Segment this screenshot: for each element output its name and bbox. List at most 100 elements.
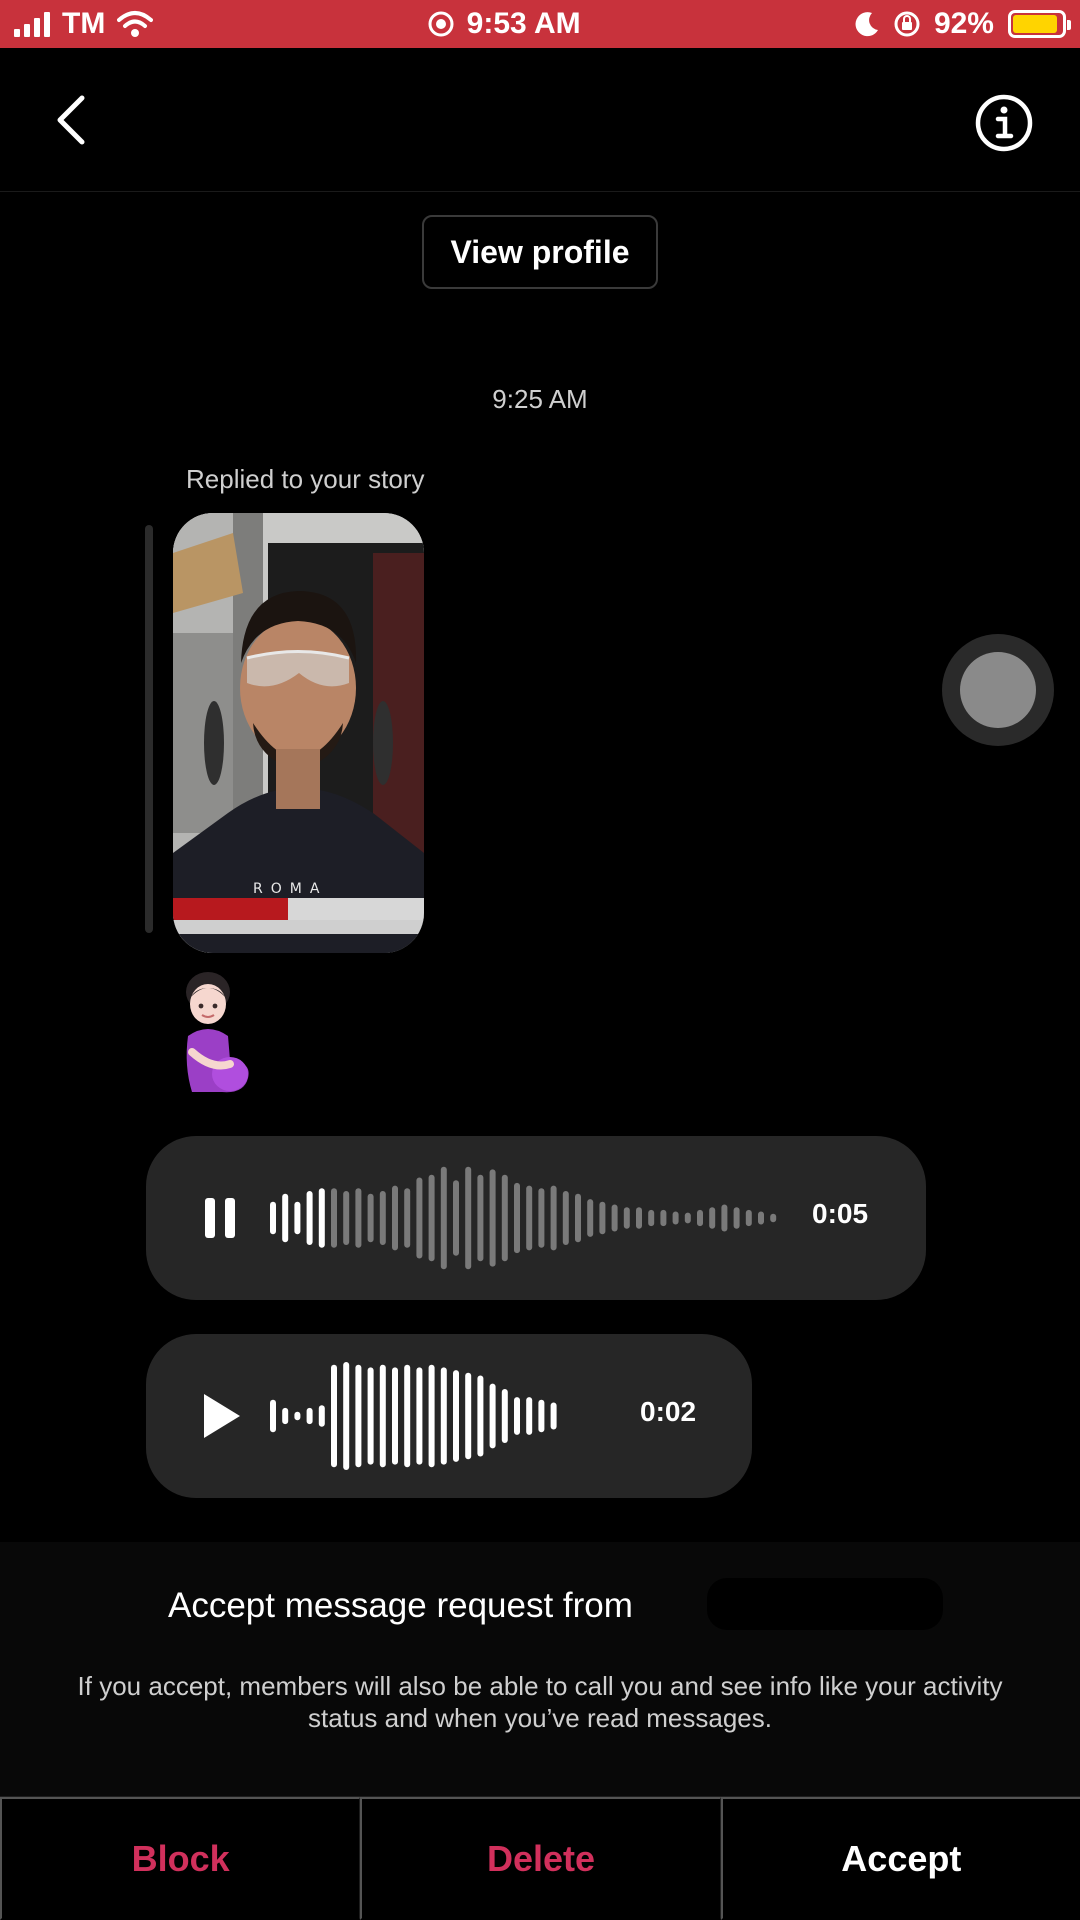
- waveform-bar: [611, 1204, 618, 1232]
- waveform-bar: [355, 1188, 362, 1248]
- waveform-bar: [270, 1201, 276, 1235]
- waveform-bar: [477, 1174, 484, 1262]
- waveform-bar: [270, 1399, 276, 1433]
- waveform-bar: [343, 1362, 350, 1470]
- waveform-bar: [379, 1191, 386, 1245]
- waveform-bar: [477, 1375, 484, 1457]
- redacted-username: [707, 1578, 943, 1630]
- waveform-bar: [709, 1207, 716, 1229]
- waveform-bar: [440, 1367, 447, 1465]
- battery-icon: [1007, 10, 1071, 38]
- waveform-bar: [562, 1191, 569, 1245]
- waveform-bar: [428, 1364, 435, 1468]
- waveform-bar: [294, 1411, 301, 1421]
- waveform-bar: [453, 1180, 459, 1256]
- waveform-bar: [550, 1185, 557, 1251]
- wifi-icon: [117, 11, 154, 37]
- waveform-bar: [453, 1370, 459, 1462]
- waveform-bar: [392, 1185, 398, 1251]
- waveform-bar: [404, 1364, 411, 1468]
- waveform-bar: [697, 1209, 703, 1227]
- waveform-bar: [660, 1209, 667, 1227]
- waveform-bar: [331, 1188, 337, 1248]
- waveform-bar: [587, 1199, 594, 1237]
- rotation-lock-icon: [894, 11, 920, 37]
- play-icon[interactable]: [192, 1388, 248, 1444]
- status-bar: TM 9:53 AM 92%: [0, 0, 1080, 48]
- waveform-bar: [501, 1389, 508, 1443]
- story-shirt-text: ROMA: [253, 881, 327, 897]
- waveform-bar: [416, 1367, 423, 1465]
- voice-waveform[interactable]: [270, 1356, 624, 1476]
- voice-message[interactable]: 0:05: [146, 1136, 926, 1300]
- waveform-bar: [318, 1405, 325, 1427]
- chevron-left-icon[interactable]: [44, 90, 104, 150]
- status-center: 9:53 AM: [427, 7, 581, 41]
- replied-to-story-label: Replied to your story: [186, 464, 425, 494]
- status-right: 92%: [854, 7, 1071, 41]
- story-reply-thumbnail[interactable]: ROMA: [173, 513, 424, 953]
- accept-button[interactable]: Accept: [720, 1797, 1080, 1920]
- waveform-bar: [648, 1209, 655, 1227]
- waveform-bar: [514, 1182, 520, 1254]
- location-icon: [428, 11, 454, 37]
- status-left: TM: [14, 7, 154, 41]
- view-profile-button[interactable]: View profile: [422, 215, 658, 289]
- waveform-bar: [538, 1188, 545, 1248]
- waveform-bar: [306, 1407, 313, 1425]
- info-icon[interactable]: [974, 93, 1034, 153]
- waveform-bar: [623, 1207, 630, 1229]
- battery-percent: 92%: [933, 7, 994, 40]
- waveform-bar: [428, 1174, 435, 1262]
- voice-duration: 0:02: [640, 1396, 697, 1427]
- waveform-bar: [489, 1383, 496, 1449]
- waveform-bar: [392, 1367, 398, 1465]
- record-button[interactable]: [942, 634, 1054, 746]
- waveform-bar: [672, 1211, 679, 1225]
- waveform-bar: [721, 1204, 728, 1232]
- waveform-bar: [745, 1209, 752, 1227]
- waveform-bar: [367, 1193, 374, 1243]
- pregnant-woman-emoji-icon: [186, 972, 249, 1093]
- moon-icon: [855, 12, 878, 37]
- waveform-bar: [465, 1166, 472, 1270]
- waveform-bar: [684, 1212, 691, 1224]
- waveform-bar: [758, 1211, 764, 1225]
- accept-request-description: If you accept, members will also be able…: [77, 1671, 1003, 1733]
- waveform-bar: [404, 1188, 411, 1248]
- thread-header: [0, 48, 1080, 192]
- waveform-bar: [440, 1166, 447, 1270]
- waveform-bar: [379, 1364, 386, 1468]
- screen: TM 9:53 AM 92% View profile 9:25 AM Repl…: [0, 0, 1080, 1920]
- pause-icon[interactable]: [192, 1190, 248, 1246]
- waveform-bar: [355, 1364, 362, 1468]
- waveform-bar: [526, 1185, 533, 1251]
- message-request-panel: Accept message request from If you accep…: [0, 1542, 1080, 1796]
- voice-duration: 0:05: [812, 1198, 869, 1229]
- waveform-bar: [294, 1201, 301, 1235]
- waveform-bar: [306, 1191, 313, 1245]
- waveform-bar: [282, 1407, 289, 1425]
- signal-icon: [14, 11, 50, 37]
- waveform-bar: [733, 1207, 740, 1229]
- waveform-bar: [599, 1201, 606, 1235]
- waveform-bar: [575, 1193, 581, 1243]
- waveform-bar: [343, 1191, 350, 1245]
- waveform-bar: [526, 1397, 533, 1435]
- block-button[interactable]: Block: [0, 1797, 361, 1920]
- delete-button[interactable]: Delete: [360, 1797, 721, 1920]
- waveform-bar: [282, 1193, 289, 1243]
- waveform-bar: [416, 1177, 423, 1259]
- waveform-bar: [538, 1399, 545, 1433]
- waveform-bar: [465, 1372, 472, 1460]
- waveform-bar: [514, 1397, 520, 1435]
- accept-request-title: Accept message request from: [168, 1586, 633, 1625]
- reply-indicator-bar: [145, 525, 153, 933]
- carrier-label: TM: [62, 7, 106, 40]
- waveform-bar: [331, 1364, 337, 1468]
- status-time: 9:53 AM: [466, 7, 581, 40]
- message-timestamp: 9:25 AM: [492, 384, 588, 414]
- voice-message[interactable]: 0:02: [146, 1334, 752, 1498]
- voice-waveform[interactable]: [270, 1158, 800, 1278]
- waveform-bar: [501, 1174, 508, 1262]
